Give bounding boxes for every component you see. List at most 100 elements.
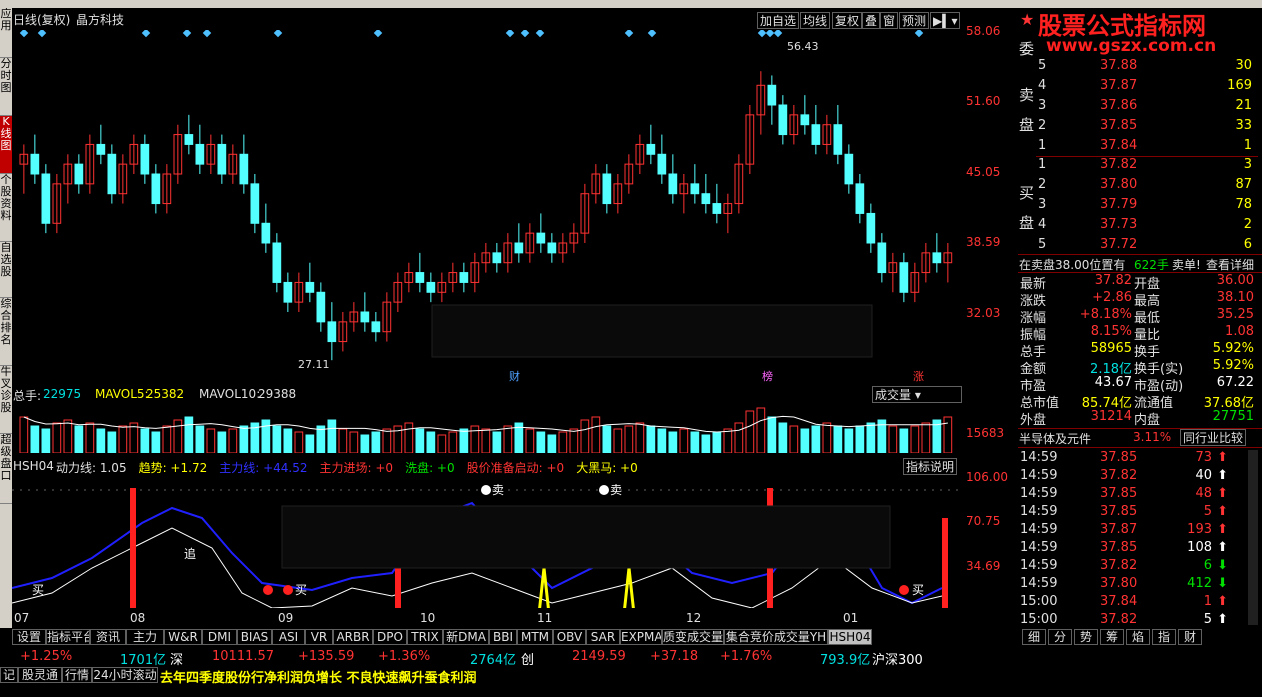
- right-panel-tab[interactable]: 筹: [1100, 629, 1124, 645]
- candle-body: [602, 173, 612, 205]
- order-book-title: 委: [1019, 40, 1035, 58]
- trades-scrollbar[interactable]: [1248, 450, 1258, 625]
- expand-panel-button[interactable]: ▶▍▾: [930, 12, 960, 29]
- quote-cell: 5.92%: [1212, 358, 1254, 373]
- limit-marker[interactable]: 涨: [913, 368, 924, 384]
- add-watchlist-button[interactable]: 加自选: [757, 12, 800, 29]
- indicator-signal-label: 卖: [492, 483, 504, 497]
- indicator-tab[interactable]: 资讯: [90, 629, 126, 645]
- indicator-signal-label: 买: [912, 583, 924, 597]
- indicator-value-item: 趋势: +1.72: [138, 461, 208, 475]
- right-panel-tab[interactable]: 指: [1152, 629, 1176, 645]
- indicator-tab[interactable]: 设置: [12, 629, 46, 645]
- window-button[interactable]: 窗: [880, 12, 899, 29]
- candlestick-chart[interactable]: [12, 30, 962, 405]
- indicator-tab[interactable]: SAR: [586, 629, 620, 645]
- indicator-tab[interactable]: 主力: [126, 629, 164, 645]
- indicator-tab[interactable]: OBV: [553, 629, 586, 645]
- stock-link-button[interactable]: 股灵通: [18, 667, 62, 683]
- right-panel-tab[interactable]: 势: [1074, 629, 1098, 645]
- indicator-value-item: 洗盘: +0: [405, 461, 455, 475]
- indicator-signal-label: 卖: [610, 483, 622, 497]
- indicator-tab[interactable]: W&R: [164, 629, 202, 645]
- indicator-tab[interactable]: 集合竞价成交量YH: [724, 629, 828, 645]
- indicator-tab[interactable]: BBI: [489, 629, 517, 645]
- indicator-tab[interactable]: DMI: [202, 629, 237, 645]
- stock-name: 晶方科技: [76, 13, 125, 27]
- indicator-tab[interactable]: VR: [305, 629, 333, 645]
- volume-bar: [140, 428, 150, 453]
- right-panel-tab[interactable]: 分: [1048, 629, 1072, 645]
- trade-row: 14:5937.8240⬆1: [1018, 468, 1258, 486]
- ma-button[interactable]: 均线: [800, 12, 831, 29]
- volume-bar: [470, 425, 480, 453]
- indicator-tab[interactable]: EXPMA: [620, 629, 662, 645]
- indicator-tab[interactable]: BIAS: [237, 629, 272, 645]
- left-nav-ranking[interactable]: 综合排名: [0, 298, 12, 366]
- order-book-cell: 2: [1038, 118, 1047, 133]
- indicator-help-button[interactable]: 指标说明: [903, 458, 958, 475]
- indicator-tab[interactable]: ARBR: [333, 629, 373, 645]
- volume-indicator-dropdown[interactable]: 成交量 ▾: [872, 386, 962, 403]
- market-button[interactable]: 行情: [62, 667, 92, 683]
- candle-body: [415, 272, 425, 283]
- indicator-tab[interactable]: TRIX: [407, 629, 443, 645]
- volume-bar: [162, 425, 172, 453]
- indicator-tab[interactable]: 质变成交量: [662, 629, 724, 645]
- right-panel-tab[interactable]: 焰: [1126, 629, 1150, 645]
- news-24h-button[interactable]: 24小时滚动: [92, 667, 158, 683]
- news-ticker[interactable]: 去年四季度股份行净利润负增长 不良快速飙升蚕食利润: [160, 667, 477, 686]
- candle-body: [536, 232, 546, 244]
- finance-marker[interactable]: 财: [509, 368, 520, 384]
- left-nav-super-panel[interactable]: 超级盘口: [0, 434, 12, 504]
- order-book-row[interactable]: 4 37.87 169: [1018, 78, 1258, 96]
- order-book-row[interactable]: 2 37.80 87: [1018, 177, 1258, 195]
- order-book-row[interactable]: 2 37.85 33: [1018, 118, 1258, 136]
- left-nav-stock-info[interactable]: 个股资料: [0, 174, 12, 242]
- candle-body: [360, 311, 370, 323]
- trade-volume: 1: [1203, 594, 1212, 609]
- star-icon[interactable]: ★: [1020, 10, 1034, 29]
- left-nav-apps[interactable]: 应用: [0, 8, 12, 58]
- left-nav-diagnosis[interactable]: 牛叉诊股: [0, 366, 12, 434]
- indicator-tab[interactable]: DPO: [373, 629, 407, 645]
- quote-row: 金额 2.18亿 换手(实) 5.92%: [1018, 358, 1258, 377]
- right-panel-tab[interactable]: 细: [1022, 629, 1046, 645]
- trade-price: 37.80: [1100, 576, 1138, 591]
- adjust-button[interactable]: 复权: [832, 12, 863, 29]
- cy-name: 创: [521, 653, 535, 668]
- order-book-row[interactable]: 1 37.84 1: [1018, 138, 1258, 156]
- right-panel-tab[interactable]: 财: [1178, 629, 1202, 645]
- order-book-row[interactable]: 4 37.73 2: [1018, 217, 1258, 235]
- indicator-tab[interactable]: 指标平台: [46, 629, 90, 645]
- event-diamond-marker: [505, 30, 515, 38]
- indicator-tab[interactable]: HSH04: [828, 629, 872, 645]
- order-book-row[interactable]: 3 37.79 78: [1018, 197, 1258, 215]
- sector-name[interactable]: 半导体及元件: [1019, 430, 1091, 447]
- peer-compare-button[interactable]: 同行业比较: [1180, 429, 1247, 446]
- trade-row: 14:5937.87193⬆1: [1018, 522, 1258, 540]
- left-nav-timeshare[interactable]: 分时图: [0, 58, 12, 116]
- volume-bar: [239, 425, 249, 453]
- view-detail-link[interactable]: 查看详细: [1206, 256, 1254, 273]
- left-navigation: 应用 分时图 K线图 个股资料 自选股 综合排名 牛叉诊股 超级盘口: [0, 8, 12, 628]
- indicator-tab[interactable]: ASI: [272, 629, 305, 645]
- order-book-row[interactable]: 5 37.88 30: [1018, 58, 1258, 76]
- forecast-button[interactable]: 预测: [899, 12, 930, 29]
- note-button[interactable]: 记: [0, 667, 18, 683]
- order-book-row[interactable]: 3 37.86 21: [1018, 98, 1258, 116]
- trade-time: 14:59: [1020, 486, 1058, 501]
- sh-amount: 1701亿: [120, 653, 167, 668]
- indicator-value-item: 主力进场: +0: [319, 461, 394, 475]
- order-book-row[interactable]: 1 37.82 3: [1018, 157, 1258, 175]
- mavol5-label: MAVOL5:: [95, 387, 149, 401]
- indicator-tab[interactable]: MTM: [517, 629, 553, 645]
- rank-marker[interactable]: 榜: [762, 368, 773, 384]
- left-nav-kline[interactable]: K线图: [0, 116, 12, 174]
- candle-body: [492, 252, 502, 264]
- overlay-button[interactable]: 叠: [862, 12, 881, 29]
- watermark-url: www.gszx.com.cn: [1046, 36, 1217, 56]
- order-book-row[interactable]: 5 37.72 6: [1018, 237, 1258, 255]
- left-nav-watchlist[interactable]: 自选股: [0, 242, 12, 298]
- indicator-tab[interactable]: 新DMA: [443, 629, 489, 645]
